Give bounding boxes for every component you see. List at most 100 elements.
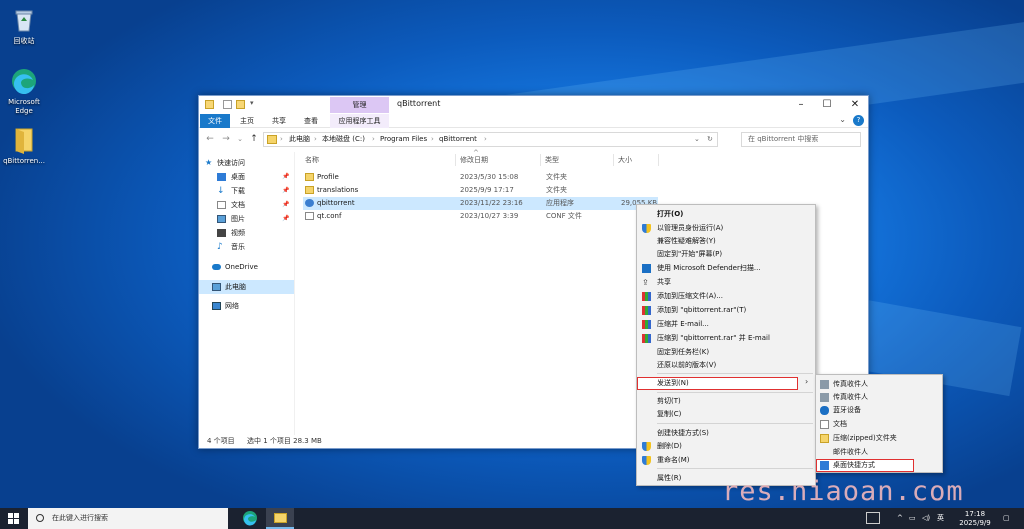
- column-header-date[interactable]: 修改日期: [460, 155, 488, 165]
- clock[interactable]: 17:18 2025/9/9: [956, 510, 994, 528]
- up-icon[interactable]: ↑: [247, 132, 261, 146]
- quick-access-dropdown-icon[interactable]: ▾: [250, 99, 254, 107]
- menu-item-open[interactable]: 打开(O): [637, 208, 815, 221]
- column-divider[interactable]: [540, 154, 541, 166]
- file-date: 2023/10/27 3:39: [460, 212, 519, 220]
- menu-item-compress-email[interactable]: 压缩并 E-mail...: [637, 318, 815, 331]
- sidebar-item-network[interactable]: 网络: [199, 299, 294, 313]
- submenu-item-bluetooth[interactable]: 蓝牙设备: [816, 404, 942, 417]
- fax-icon: [820, 380, 829, 389]
- sidebar-item-onedrive[interactable]: OneDrive: [199, 260, 294, 274]
- menu-item-pin-start[interactable]: 固定到"开始"屏幕(P): [637, 248, 815, 261]
- menu-item-defender-scan[interactable]: 使用 Microsoft Defender扫描...: [637, 262, 815, 275]
- menu-item-pin-taskbar[interactable]: 固定到任务栏(K): [637, 346, 815, 359]
- menu-item-send-to[interactable]: 发送到(N): [637, 377, 798, 390]
- send-to-submenu: 传真收件人 传真收件人 蓝牙设备 文档 压缩(zipped)文件夹 邮件收件人 …: [815, 374, 943, 473]
- notification-center-icon[interactable]: ▢: [1003, 508, 1010, 529]
- menu-item-add-rar[interactable]: 添加到 "qbittorrent.rar"(T): [637, 304, 815, 317]
- column-header-name[interactable]: 名称: [305, 155, 319, 165]
- submenu-item-fax-recipient[interactable]: 传真收件人: [816, 391, 942, 404]
- sidebar-item-desktop[interactable]: 桌面 📌: [199, 170, 294, 184]
- column-header-size[interactable]: 大小: [618, 155, 632, 165]
- menu-item-add-archive[interactable]: 添加到压缩文件(A)...: [637, 290, 815, 303]
- winrar-icon: [642, 292, 651, 301]
- tab-file[interactable]: 文件: [200, 114, 230, 128]
- taskbar-search-input[interactable]: 在此键入进行搜索: [28, 508, 228, 529]
- taskbar-file-explorer-icon[interactable]: [266, 508, 294, 529]
- input-method-indicator[interactable]: 英: [937, 508, 944, 529]
- chevron-up-icon[interactable]: ^: [897, 508, 903, 529]
- refresh-icon[interactable]: ↻: [707, 133, 713, 146]
- menu-item-delete[interactable]: 删除(D): [637, 440, 815, 453]
- notification-area-icon[interactable]: [866, 512, 880, 524]
- sidebar-item-label: 桌面: [231, 173, 245, 181]
- expand-ribbon-icon[interactable]: ⌄: [839, 115, 846, 124]
- menu-item-copy[interactable]: 复制(C): [637, 408, 815, 421]
- column-divider[interactable]: [658, 154, 659, 166]
- minimize-icon[interactable]: –: [788, 96, 814, 113]
- menu-item-compatibility[interactable]: 兼容性疑难解答(Y): [637, 235, 815, 248]
- menu-item-label: 兼容性疑难解答(Y): [657, 237, 716, 245]
- recycle-bin-icon[interactable]: 回收站: [0, 6, 48, 46]
- maximize-icon[interactable]: ☐: [814, 96, 840, 113]
- sidebar-item-downloads[interactable]: ↓ 下载 📌: [199, 184, 294, 198]
- breadcrumb-local-disk[interactable]: 本地磁盘 (C:): [322, 133, 365, 146]
- recent-dropdown-icon[interactable]: ⌄: [233, 132, 247, 146]
- pin-icon: 📌: [282, 187, 290, 194]
- pin-icon: 📌: [282, 215, 290, 222]
- video-icon: [217, 229, 226, 237]
- qbittorrent-shortcut-icon[interactable]: qBittorren...: [0, 126, 48, 166]
- menu-item-restore-versions[interactable]: 还原以前的版本(V): [637, 359, 815, 372]
- menu-separator: [657, 373, 813, 374]
- submenu-item-desktop-shortcut[interactable]: 桌面快捷方式: [816, 459, 914, 472]
- edge-icon[interactable]: Microsoft Edge: [0, 67, 48, 116]
- sidebar-item-pictures[interactable]: 图片 📌: [199, 212, 294, 226]
- menu-item-cut[interactable]: 剪切(T): [637, 395, 815, 408]
- address-bar[interactable]: › 此电脑 › 本地磁盘 (C:) › Program Files › qBit…: [263, 132, 718, 147]
- volume-icon[interactable]: ◁): [922, 508, 930, 529]
- file-row[interactable]: qt.conf 2023/10/27 3:39 CONF 文件: [303, 210, 658, 223]
- close-icon[interactable]: ✕: [842, 96, 868, 113]
- address-dropdown-icon[interactable]: ⌄: [694, 133, 700, 146]
- breadcrumb-program-files[interactable]: Program Files: [380, 133, 427, 146]
- taskbar-edge-icon[interactable]: [236, 508, 264, 529]
- help-icon[interactable]: ?: [853, 115, 864, 126]
- network-icon[interactable]: ▭: [909, 508, 916, 529]
- context-menu: 打开(O) 以管理员身份运行(A) 兼容性疑难解答(Y) 固定到"开始"屏幕(P…: [636, 204, 816, 486]
- sidebar-item-videos[interactable]: 视频: [199, 226, 294, 240]
- file-name: Profile: [317, 173, 339, 181]
- breadcrumb-this-pc[interactable]: 此电脑: [289, 133, 310, 146]
- column-divider[interactable]: [455, 154, 456, 166]
- file-row[interactable]: Profile 2023/5/30 15:08 文件夹: [303, 171, 658, 184]
- file-icon: [305, 212, 314, 220]
- submenu-item-mail-recipient[interactable]: 邮件收件人: [816, 446, 942, 459]
- sidebar-item-music[interactable]: ♪ 音乐: [199, 240, 294, 254]
- sidebar-item-quick-access[interactable]: ★ 快速访问: [199, 156, 294, 170]
- sidebar-item-this-pc[interactable]: 此电脑: [199, 280, 294, 294]
- submenu-item-documents[interactable]: 文档: [816, 418, 942, 431]
- submenu-item-zipped-folder[interactable]: 压缩(zipped)文件夹: [816, 432, 942, 445]
- column-divider[interactable]: [613, 154, 614, 166]
- back-icon[interactable]: ←: [203, 132, 217, 146]
- menu-item-create-shortcut[interactable]: 创建快捷方式(S): [637, 427, 815, 440]
- file-row[interactable]: qbittorrent 2023/11/22 23:16 应用程序 29,055…: [303, 197, 658, 210]
- submenu-item-fax-recipient[interactable]: 传真收件人: [816, 378, 942, 391]
- menu-item-compress-rar-email[interactable]: 压缩到 "qbittorrent.rar" 并 E-mail: [637, 332, 815, 345]
- file-row[interactable]: translations 2025/9/9 17:17 文件夹: [303, 184, 658, 197]
- new-folder-icon[interactable]: [236, 100, 245, 109]
- windows-start-icon[interactable]: [8, 513, 19, 524]
- properties-icon[interactable]: [223, 100, 232, 109]
- menu-item-run-as-admin[interactable]: 以管理员身份运行(A): [637, 222, 815, 235]
- menu-item-share[interactable]: ⇪ 共享: [637, 276, 815, 289]
- breadcrumb-qbittorrent[interactable]: qBittorrent: [439, 133, 477, 146]
- tab-share[interactable]: 共享: [267, 114, 291, 128]
- tab-application-tools[interactable]: 应用程序工具: [330, 114, 389, 128]
- tab-view[interactable]: 查看: [299, 114, 323, 128]
- item-count: 4 个项目: [207, 437, 235, 445]
- tab-home[interactable]: 主页: [235, 114, 259, 128]
- menu-item-rename[interactable]: 重命名(M): [637, 454, 815, 467]
- forward-icon[interactable]: →: [219, 132, 233, 146]
- sidebar-item-documents[interactable]: 文档 📌: [199, 198, 294, 212]
- search-input[interactable]: 在 qBittorrent 中搜索: [741, 132, 861, 147]
- column-header-type[interactable]: 类型: [545, 155, 559, 165]
